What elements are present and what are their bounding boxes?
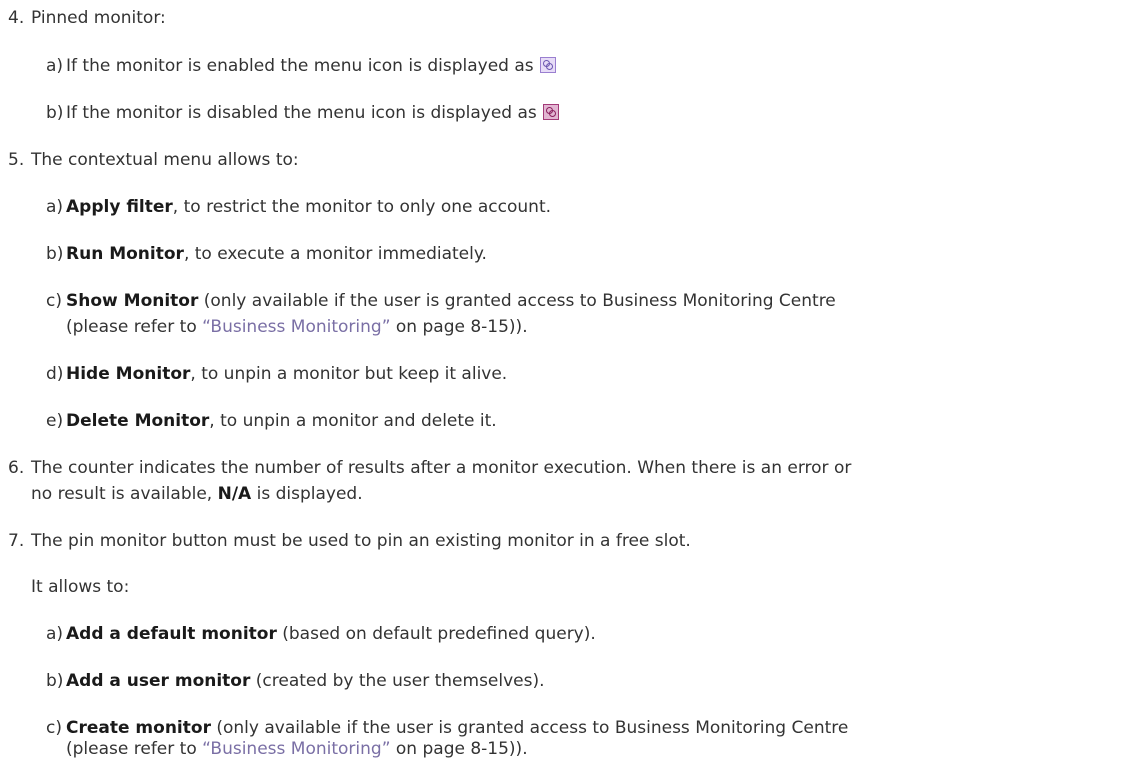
list-item-text: Pinned monitor: <box>31 8 166 28</box>
sub-item-text: (created by the user themselves). <box>250 671 545 691</box>
document-page: 4. Pinned monitor: a) If the monitor is … <box>0 0 1134 762</box>
sub-item-text: (please refer to <box>66 739 203 759</box>
list-item-text: The counter indicates the number of resu… <box>31 458 852 478</box>
list-item-text: It allows to: <box>31 577 130 597</box>
sub-item-text: , to execute a monitor immediately. <box>183 244 487 264</box>
sub-item-text: on page 8-15)). <box>390 739 528 759</box>
sub-letter: d) <box>46 364 64 384</box>
na-label: N/A <box>217 484 252 504</box>
sub-item-bold: Show Monitor <box>66 291 199 311</box>
monitor-disabled-icon <box>542 104 559 120</box>
list-number: 4. <box>8 8 25 28</box>
list-number: 6. <box>8 458 25 478</box>
list-item-5: 5. The contextual menu allows to: <box>8 149 299 171</box>
sub-item-bold: Delete Monitor <box>66 411 210 431</box>
sub-item-text: , to unpin a monitor but keep it alive. <box>190 364 508 384</box>
sub-item-bold: Hide Monitor <box>66 364 191 384</box>
sub-letter: b) <box>46 244 64 264</box>
list-item-6-line2: no result is available, N/A is displayed… <box>31 483 363 505</box>
sub-item-text: , to restrict the monitor to only one ac… <box>172 197 552 217</box>
sub-item-text: (only available if the user is granted a… <box>198 291 836 311</box>
sub-letter: c) <box>46 718 62 738</box>
sub-item-bold: Create monitor <box>66 718 211 738</box>
sub-item-text: If the monitor is enabled the menu icon … <box>66 56 534 76</box>
sub-item-7c-line2: (please refer to “Business Monitoring” o… <box>66 738 528 760</box>
sub-letter: a) <box>46 56 64 76</box>
list-item-7: 7. The pin monitor button must be used t… <box>8 530 691 552</box>
sub-item-bold: Run Monitor <box>66 244 184 264</box>
list-item-text: is displayed. <box>251 484 363 504</box>
sub-item-bold: Add a user monitor <box>66 671 251 691</box>
list-number: 7. <box>8 531 25 551</box>
sub-letter: e) <box>46 411 64 431</box>
list-item-text: The pin monitor button must be used to p… <box>31 531 691 551</box>
sub-letter: c) <box>46 291 62 311</box>
list-item-4: 4. Pinned monitor: <box>8 7 166 29</box>
sub-letter: b) <box>46 671 64 691</box>
list-item-text: The contextual menu allows to: <box>31 150 299 170</box>
sub-letter: a) <box>46 624 64 644</box>
sub-item-text: (please refer to <box>66 317 203 337</box>
sub-item-text: on page 8-15)). <box>390 317 528 337</box>
list-item-text: no result is available, <box>31 484 218 504</box>
business-monitoring-link[interactable]: “Business Monitoring” <box>202 739 390 759</box>
sub-item-5c-line2: (please refer to “Business Monitoring” o… <box>66 316 528 338</box>
list-item-7-intro: It allows to: <box>31 576 129 598</box>
sub-item-text: (based on default predefined query). <box>276 624 596 644</box>
sub-item-text: If the monitor is disabled the menu icon… <box>66 103 537 123</box>
business-monitoring-link[interactable]: “Business Monitoring” <box>202 317 390 337</box>
list-number: 5. <box>8 150 25 170</box>
sub-item-text: (only available if the user is granted a… <box>210 718 849 738</box>
list-item-6: 6. The counter indicates the number of r… <box>8 457 851 479</box>
sub-letter: b) <box>46 103 64 123</box>
sub-item-bold: Apply filter <box>66 197 173 217</box>
sub-letter: a) <box>46 197 64 217</box>
sub-item-bold: Add a default monitor <box>66 624 277 644</box>
monitor-enabled-icon <box>539 57 556 73</box>
sub-item-text: , to unpin a monitor and delete it. <box>209 411 497 431</box>
